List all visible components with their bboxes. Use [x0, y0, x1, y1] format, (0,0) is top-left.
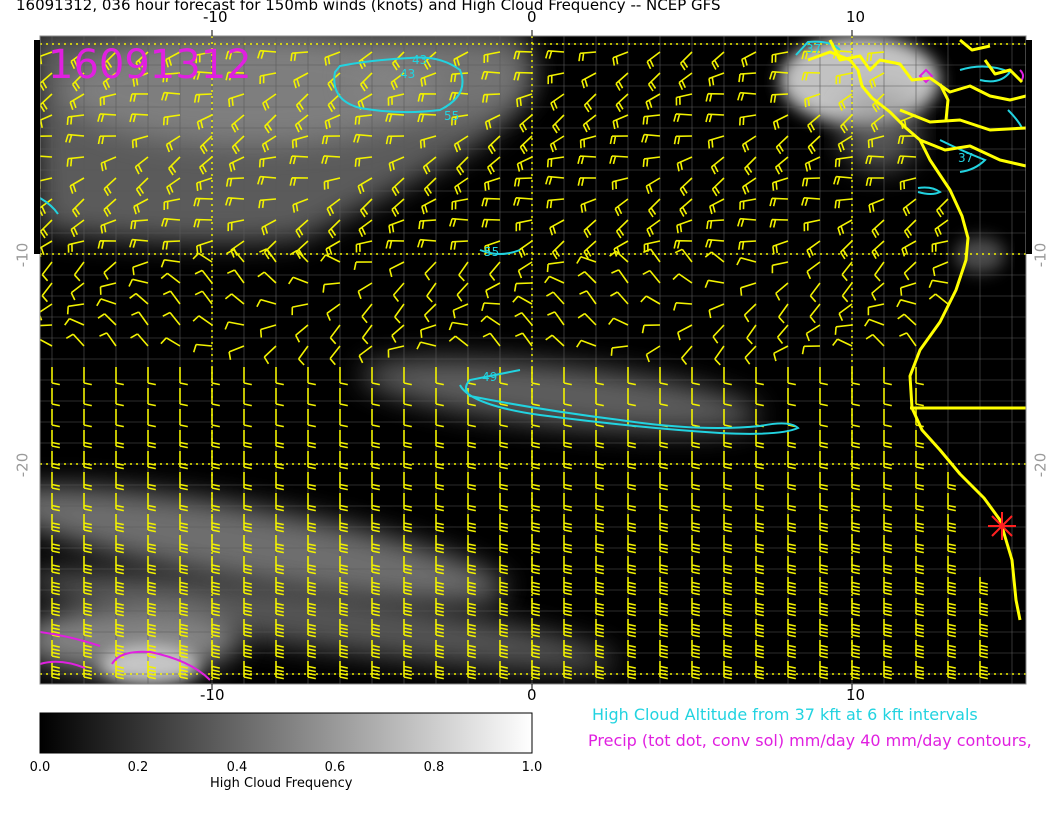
- colorbar-tick: 0.8: [423, 760, 445, 775]
- weather-map: 37 43 55 55 37 43 49: [34, 30, 1032, 754]
- contour-label: 43: [412, 53, 427, 67]
- colorbar-tick: 0.0: [29, 760, 51, 775]
- contour-label: 37: [958, 151, 973, 165]
- contour-label: 49: [482, 370, 497, 384]
- colorbar-title: High Cloud Frequency: [210, 776, 353, 791]
- colorbar-tick: 0.2: [127, 760, 149, 775]
- colorbar-tick: 0.4: [226, 760, 248, 775]
- contour-label: 37: [806, 42, 821, 56]
- contour-label: 55: [484, 245, 499, 259]
- colorbar-tick: 0.6: [324, 760, 346, 775]
- contour-label: 55: [444, 109, 459, 123]
- station-marker: [988, 512, 1016, 540]
- contour-label: 43: [400, 67, 415, 81]
- date-stamp: 16091312: [48, 42, 252, 88]
- legend-precip: Precip (tot dot, conv sol) mm/day 40 mm/…: [588, 731, 1032, 750]
- legend-cloud-altitude: High Cloud Altitude from 37 kft at 6 kft…: [592, 705, 978, 724]
- colorbar: [39, 712, 533, 754]
- colorbar-tick: 1.0: [521, 760, 543, 775]
